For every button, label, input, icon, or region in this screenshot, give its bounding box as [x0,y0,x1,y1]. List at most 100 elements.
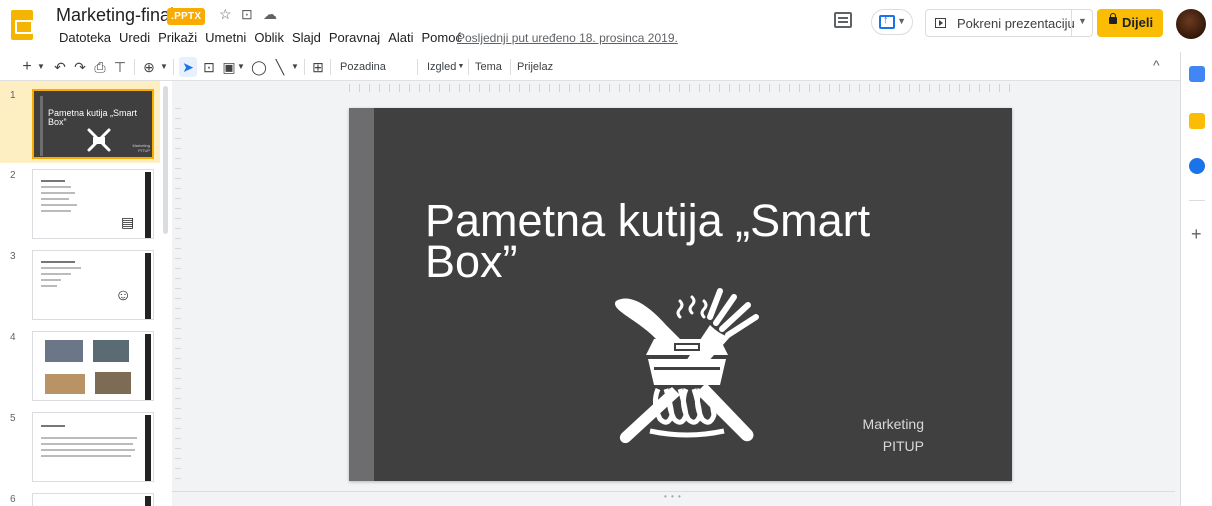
slides-logo-icon[interactable] [11,10,33,40]
menu-edit[interactable]: Uredi [115,30,154,45]
slide-number: 3 [10,251,16,262]
side-panel: + [1180,52,1212,506]
present-button[interactable]: Pokreni prezentaciju ▼ [925,9,1093,37]
share-label: Dijeli [1122,15,1154,30]
line-icon[interactable]: ╲ [272,57,288,77]
select-cursor-icon[interactable]: ➤ [179,57,197,77]
document-title[interactable]: Marketing-final. [56,5,179,26]
subtitle-line-2: PITUP [882,438,924,454]
menu-insert[interactable]: Umetni [201,30,250,45]
thumb-strip [145,172,151,238]
slide-number: 2 [10,170,16,181]
menu-format[interactable]: Oblik [250,30,288,45]
slide-thumbnail-6[interactable] [32,493,154,506]
chevron-down-icon: ▼ [897,16,906,26]
person-thinking-icon: ☺ [115,287,132,304]
print-icon[interactable]: ⎙ [92,57,108,77]
image-icon[interactable]: ▣ [221,57,237,77]
chevron-down-icon[interactable]: ▼ [290,57,300,77]
move-folder-icon[interactable]: ⊡ [241,6,253,23]
thumb-photo [45,340,83,362]
toolbar-divider [468,59,469,75]
slide-thumbnail-1[interactable]: Pametna kutija „Smart Box” Marketing PIT… [32,89,154,159]
app-header: Marketing-final. .PPTX ☆ ⊡ ☁ Datoteka Ur… [0,0,1212,52]
toolbar-divider [134,59,135,75]
thumb-text [41,180,77,216]
last-edit-link[interactable]: Posljednji put uređeno 18. prosinca 2019… [457,31,678,45]
thumb-text [41,261,81,291]
vertical-ruler [175,108,181,488]
present-label: Pokreni prezentaciju [957,16,1075,31]
slide-accent-bar [349,108,374,481]
toolbar-divider [173,59,174,75]
food-box-icon [87,128,111,152]
slide-title[interactable]: Pametna kutija „Smart Box” [425,198,965,284]
menu-bar: Datoteka Uredi Prikaži Umetni Oblik Slaj… [55,30,466,45]
toolbar-divider [417,59,418,75]
toolbar: + ▼ ↶ ↷ ⎙ ⊤ ⊕ ▼ ➤ ⊡ ▣ ▼ ◯ ╲ ▼ ⊞ Pozadina… [10,54,1175,79]
slide-thumbnail-5[interactable] [32,412,154,482]
slide-number: 4 [10,332,16,343]
menu-arrange[interactable]: Poravnaj [325,30,384,45]
paint-format-icon[interactable]: ⊤ [112,57,128,77]
slide-thumbnail-2[interactable]: ▤ [32,169,154,239]
slideshow-icon [935,18,946,28]
calendar-icon[interactable] [1189,66,1205,82]
star-icon[interactable]: ☆ [219,6,232,23]
menu-file[interactable]: Datoteka [55,30,115,45]
thumb-strip [145,253,151,319]
avatar[interactable] [1176,9,1206,39]
food-box-icon[interactable] [602,281,772,451]
menu-slide[interactable]: Slajd [288,30,325,45]
chevron-down-icon[interactable]: ▼ [236,57,246,77]
side-panel-divider [1189,200,1205,201]
filmstrip-scrollbar[interactable] [163,86,168,234]
layout-button[interactable]: Izgled [427,57,456,77]
zoom-icon[interactable]: ⊕ [141,57,157,77]
drag-handle-icon[interactable]: • • • [664,492,682,501]
menu-view[interactable]: Prikaži [154,30,201,45]
theme-button[interactable]: Tema [475,57,502,77]
comments-icon[interactable] [834,12,852,28]
slide-number: 1 [10,90,16,101]
thumb-strip [145,496,151,506]
menu-tools[interactable]: Alati [384,30,417,45]
slide-subtitle[interactable]: Marketing PITUP [863,413,924,457]
new-slide-icon[interactable]: + [20,57,34,77]
chevron-down-icon[interactable]: ▼ [159,57,169,77]
chevron-down-icon[interactable]: ▼ [1078,16,1087,26]
background-button[interactable]: Pozadina [340,57,386,77]
undo-icon[interactable]: ↶ [52,57,68,77]
share-button[interactable]: Dijeli [1097,9,1163,37]
thumb-bar [40,96,43,156]
keep-icon[interactable] [1189,113,1205,129]
add-comment-icon[interactable]: ⊞ [310,57,326,77]
collapse-menus-icon[interactable]: ^ [1153,57,1160,73]
thumb-strip [145,415,151,481]
chevron-down-icon[interactable]: ▼ [36,57,46,77]
transition-button[interactable]: Prijelaz [517,57,553,77]
present-to-meeting-icon [879,14,895,29]
cloud-status-icon: ☁ [263,6,277,22]
redo-icon[interactable]: ↷ [72,57,88,77]
add-addon-icon[interactable]: + [1191,224,1202,245]
divider [1071,10,1072,36]
slide-number: 6 [10,494,16,505]
text-box-icon[interactable]: ⊡ [201,57,217,77]
toolbar-divider [304,59,305,75]
thumb-strip [145,334,151,400]
slide-number: 5 [10,413,16,424]
slide-thumbnail-4[interactable] [32,331,154,401]
slide-thumbnail-3[interactable]: ☺ [32,250,154,320]
meet-present-button[interactable]: ▼ [871,9,913,35]
shape-icon[interactable]: ◯ [251,57,267,77]
tasks-icon[interactable] [1189,158,1205,174]
horizontal-ruler [349,84,1012,92]
file-extension-badge: .PPTX [167,8,206,25]
current-slide[interactable]: Pametna kutija „Smart Box” Marketing PIT… [349,108,1012,481]
thumb-subtitle: Marketing PITUP [132,143,150,153]
chevron-down-icon[interactable]: ▼ [456,57,466,77]
toolbar-divider [510,59,511,75]
thumb-text [41,425,137,461]
subtitle-line-1: Marketing [862,416,924,432]
